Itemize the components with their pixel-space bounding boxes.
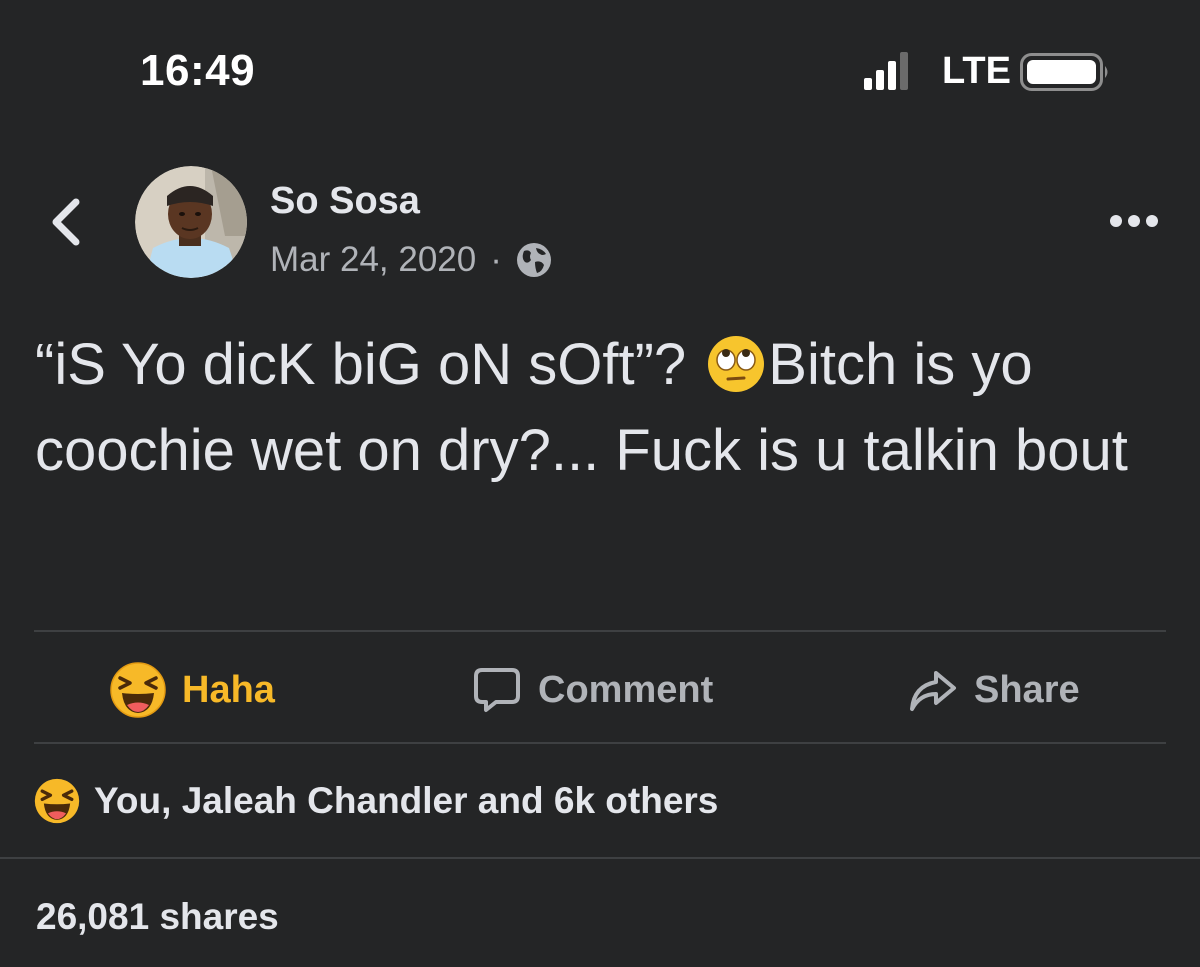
- post-text: “iS Yo dicK biG oN sOft”? Bitch is yo co…: [35, 322, 1165, 494]
- author-name[interactable]: So Sosa: [270, 180, 420, 223]
- battery-icon: [1020, 53, 1108, 91]
- post-text-part-1: “iS Yo dicK biG oN sOft”?: [35, 332, 687, 397]
- globe-icon: [516, 243, 551, 277]
- rolling-eyes-emoji-icon: [708, 336, 765, 392]
- back-chevron-icon[interactable]: [46, 196, 86, 248]
- divider-middle: [34, 742, 1166, 744]
- reaction-summary-text[interactable]: You, Jaleah Chandler and 6k others: [94, 780, 718, 822]
- laughing-emoji-icon: [110, 662, 166, 718]
- avatar[interactable]: [135, 166, 247, 278]
- network-type: LTE: [942, 50, 1011, 92]
- status-time: 16:49: [140, 46, 256, 95]
- post-meta: Mar 24, 2020 ·: [270, 240, 552, 280]
- share-label: Share: [974, 668, 1080, 711]
- more-options-icon[interactable]: [1108, 208, 1160, 234]
- haha-label: Haha: [182, 668, 275, 711]
- cellular-signal-icon: [864, 52, 908, 90]
- comment-label: Comment: [538, 668, 714, 711]
- haha-reaction-button[interactable]: Haha: [110, 660, 275, 720]
- post-date[interactable]: Mar 24, 2020: [270, 240, 476, 280]
- comment-button[interactable]: Comment: [472, 660, 713, 720]
- share-count[interactable]: 26,081 shares: [36, 896, 279, 938]
- divider-top: [34, 630, 1166, 632]
- share-button[interactable]: Share: [908, 660, 1080, 720]
- divider-bottom: [0, 857, 1200, 859]
- laughing-emoji-icon: [34, 778, 80, 824]
- share-arrow-icon: [910, 671, 956, 711]
- meta-separator: ·: [490, 240, 502, 279]
- comment-bubble-icon: [474, 668, 520, 712]
- reaction-summary[interactable]: You, Jaleah Chandler and 6k others: [34, 778, 718, 824]
